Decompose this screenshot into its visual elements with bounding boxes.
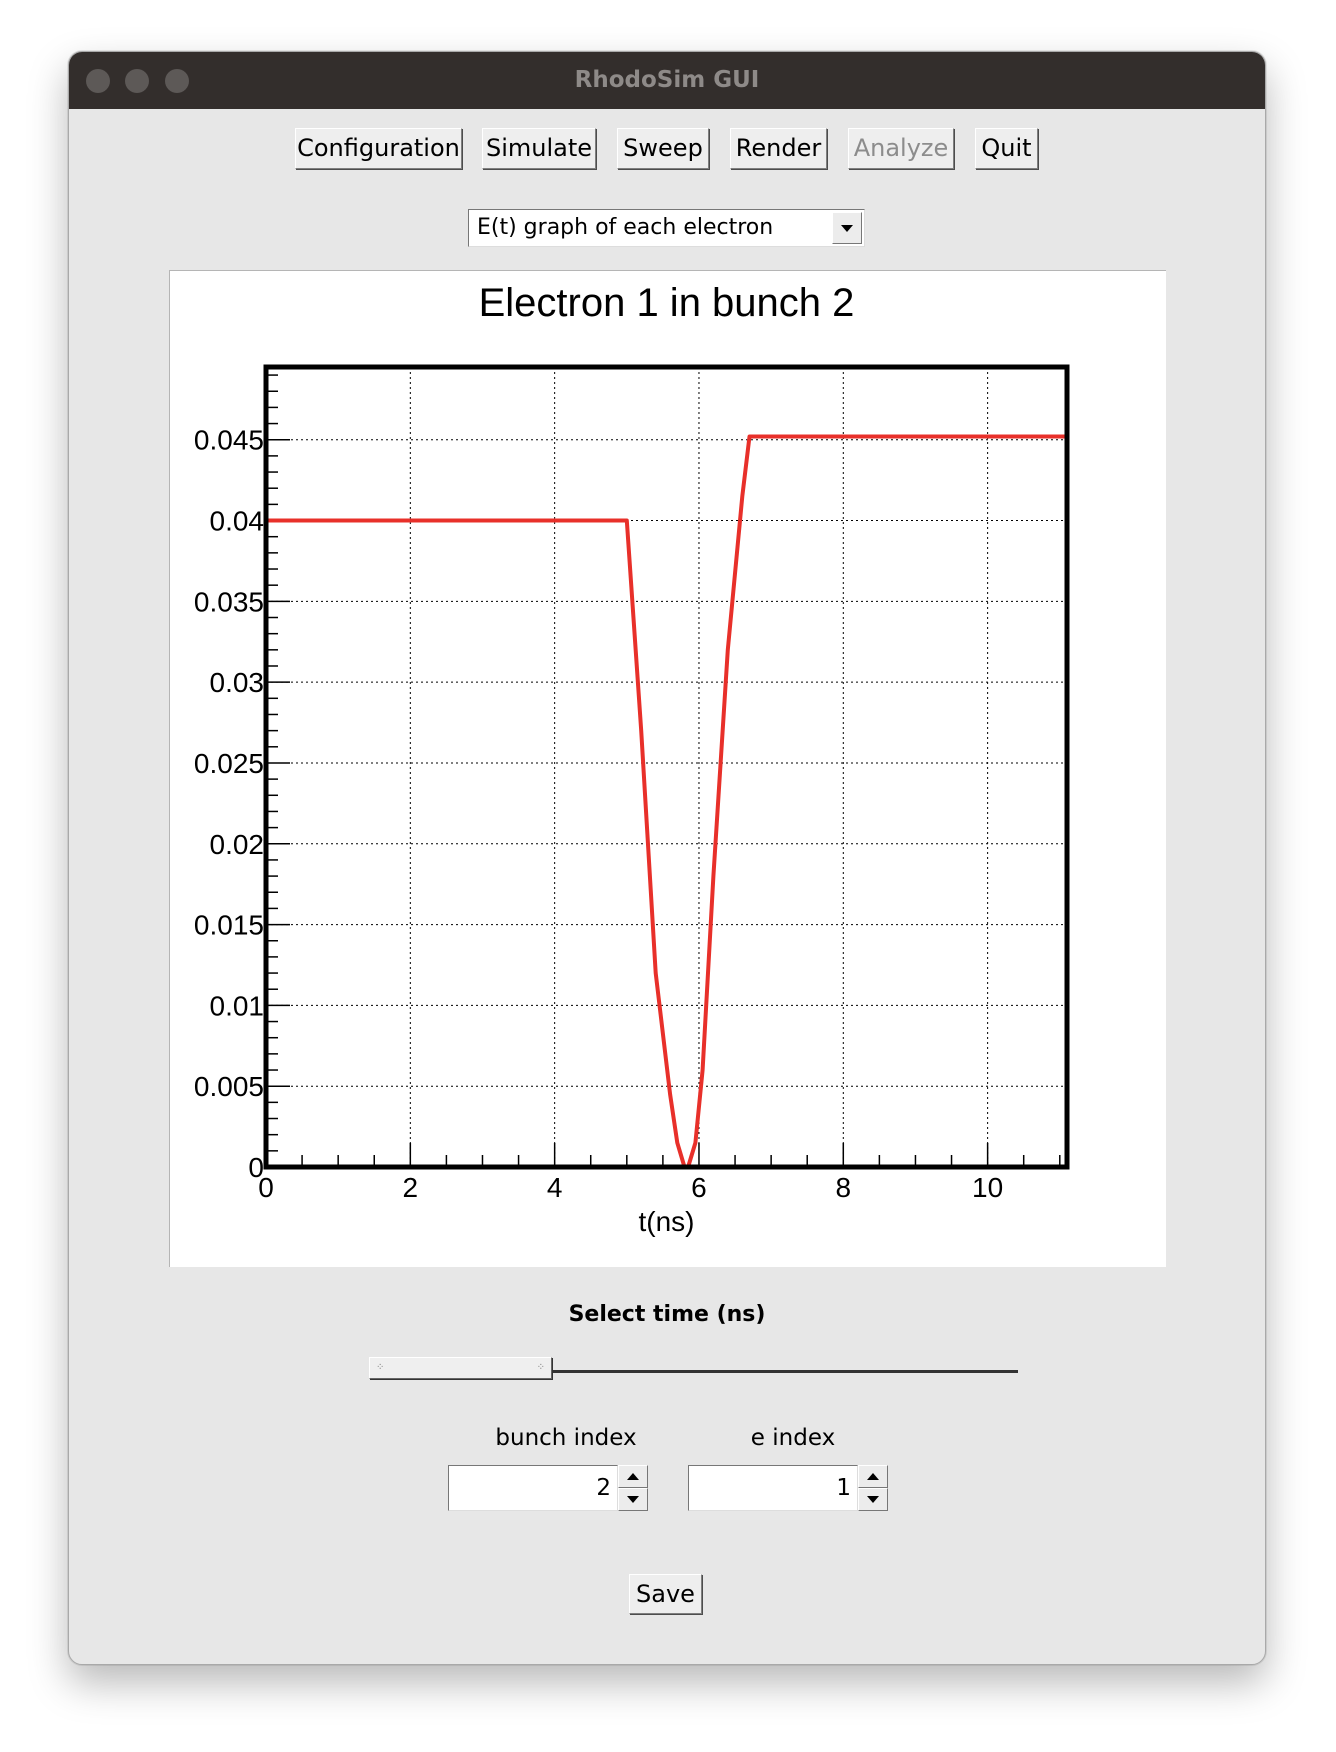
series-line: [264, 434, 1067, 1169]
time-slider-track[interactable]: [553, 1370, 1018, 1373]
arrow-down-icon: [867, 1496, 879, 1503]
y-tick-label: 0.005: [194, 1071, 264, 1102]
y-tick-label: 0.045: [194, 425, 264, 456]
app-window: RhodoSim GUI Configuration Simulate Swee…: [68, 51, 1266, 1665]
sweep-button[interactable]: Sweep: [617, 128, 709, 169]
x-axis-label: t(ns): [639, 1206, 695, 1237]
arrow-down-icon: [627, 1496, 639, 1503]
arrow-up-icon: [627, 1473, 639, 1480]
y-tick-label: 0.03: [210, 667, 265, 698]
grip-icon: ⁘: [376, 1362, 385, 1373]
y-tick-label: 0.035: [194, 586, 264, 617]
y-tick-label: 0.015: [194, 910, 264, 941]
time-slider-label: Select time (ns): [568, 1302, 766, 1327]
chart-title: Electron 1 in bunch 2: [479, 281, 855, 325]
e-index-stepper: [858, 1465, 888, 1511]
x-tick-label: 8: [836, 1172, 852, 1203]
y-tick-label: 0.01: [210, 990, 265, 1021]
title-bar: RhodoSim GUI: [69, 52, 1265, 109]
y-tick-label: 0.025: [194, 748, 264, 779]
time-slider-handle[interactable]: ⁘ ⁘: [369, 1357, 552, 1379]
x-tick-label: 4: [547, 1172, 563, 1203]
y-tick-label: 0: [248, 1152, 264, 1183]
bunch-index-label: bunch index: [495, 1425, 637, 1451]
save-button[interactable]: Save: [629, 1574, 702, 1614]
e-index-down-button[interactable]: [858, 1488, 888, 1511]
e-index-up-button[interactable]: [858, 1465, 888, 1488]
chevron-down-icon[interactable]: [832, 212, 862, 244]
e-index-label: e index: [750, 1425, 836, 1451]
render-button[interactable]: Render: [730, 128, 827, 169]
x-tick-label: 2: [403, 1172, 419, 1203]
window-title: RhodoSim GUI: [574, 67, 760, 93]
bunch-index-field[interactable]: 2: [448, 1465, 618, 1511]
x-tick-label: 10: [972, 1172, 1003, 1203]
e-index-field[interactable]: 1: [688, 1465, 858, 1511]
configuration-button[interactable]: Configuration: [295, 128, 462, 169]
e-t-chart: Electron 1 in bunch 20 2 4 6 8 1000.0050.010.…: [194, 281, 1070, 1237]
x-tick-label: 6: [691, 1172, 707, 1203]
plot-type-select[interactable]: E(t) graph of each electron: [468, 209, 865, 247]
plot-frame: [263, 364, 1070, 1170]
bunch-index-up-button[interactable]: [618, 1465, 648, 1488]
simulate-button[interactable]: Simulate: [482, 128, 596, 169]
analyze-button[interactable]: Analyze: [848, 128, 954, 169]
y-tick-label: 0.04: [210, 506, 265, 537]
quit-button[interactable]: Quit: [975, 128, 1038, 169]
y-tick-label: 0.02: [210, 829, 265, 860]
arrow-up-icon: [867, 1473, 879, 1480]
bunch-index-stepper: [618, 1465, 648, 1511]
bunch-index-down-button[interactable]: [618, 1488, 648, 1511]
grip-icon: ⁘: [536, 1362, 545, 1373]
plot-canvas[interactable]: Electron 1 in bunch 2 0 2 4 6 8 10 0 0.005 0.01 0.…: [169, 270, 1166, 1267]
plot-type-selected: E(t) graph of each electron: [477, 215, 774, 240]
